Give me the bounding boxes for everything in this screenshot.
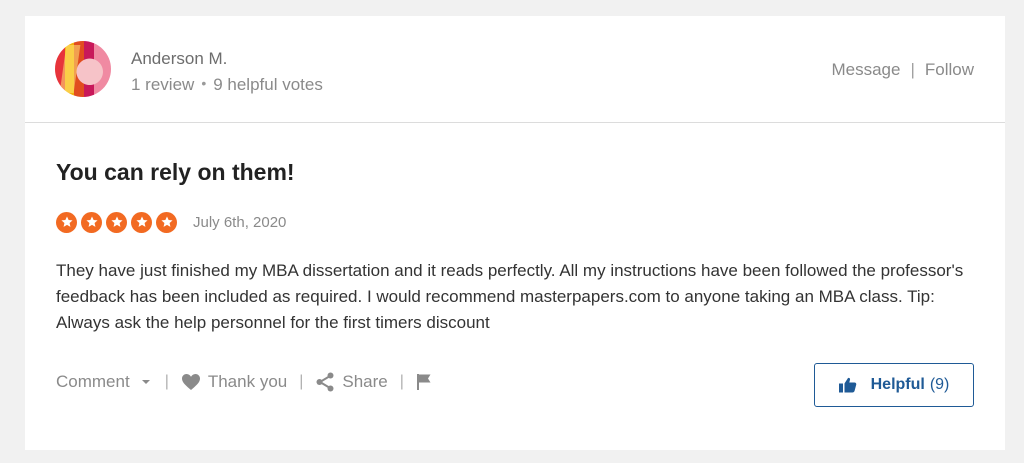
action-separator: |: [910, 60, 915, 79]
share-button[interactable]: Share: [315, 372, 388, 392]
follow-link[interactable]: Follow: [925, 60, 974, 79]
share-label: Share: [342, 372, 388, 391]
star-icon: [106, 211, 127, 233]
thank-you-button[interactable]: Thank you: [181, 372, 287, 392]
action-separator: |: [299, 373, 304, 390]
reviewer-header: Anderson M. 1 review • 9 helpful votes Mes…: [25, 16, 1005, 123]
helpful-count: (9): [929, 376, 950, 393]
comment-button[interactable]: Comment: [56, 372, 153, 392]
heart-icon: [181, 374, 200, 390]
star-icon: [131, 211, 152, 233]
reviewer-name[interactable]: Anderson M.: [131, 49, 227, 69]
review-body: They have just finished my MBA dissertat…: [56, 261, 964, 332]
avatar[interactable]: [55, 41, 111, 97]
helpful-votes: 9 helpful votes: [213, 75, 323, 94]
thank-you-label: Thank you: [207, 372, 288, 391]
star-rating: [56, 211, 181, 233]
message-link[interactable]: Message: [831, 60, 900, 79]
review-count: 1 review: [131, 75, 195, 94]
share-icon: [316, 372, 334, 392]
helpful-label: Helpful: [870, 376, 925, 393]
reviewer-stats: 1 review • 9 helpful votes: [131, 75, 323, 95]
thumbs-up-icon: [838, 377, 856, 393]
comment-label: Comment: [56, 372, 130, 391]
flag-button[interactable]: [416, 373, 432, 391]
review-date: July 6th, 2020: [193, 214, 287, 231]
reviewer-actions: Message | Follow: [831, 60, 974, 80]
star-icon: [156, 211, 177, 233]
action-separator: |: [399, 373, 404, 390]
separator-dot: •: [201, 75, 207, 91]
helpful-button[interactable]: Helpful (9): [814, 363, 974, 407]
star-icon: [81, 211, 102, 233]
star-icon: [56, 211, 77, 233]
flag-icon: [416, 374, 431, 390]
action-separator: |: [164, 373, 169, 390]
review-actions: Comment | Thank you | Share |: [56, 372, 432, 392]
review-title: You can rely on them!: [56, 159, 295, 185]
chevron-down-icon: [141, 380, 150, 384]
review-card: Anderson M. 1 review • 9 helpful votes Mes…: [25, 16, 1005, 450]
